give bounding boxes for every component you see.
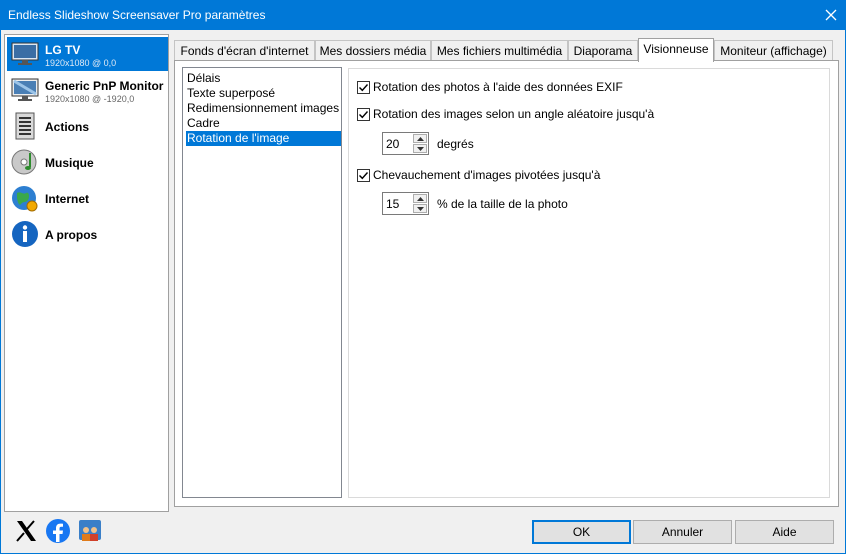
info-icon <box>10 219 40 249</box>
sidebar-item-about[interactable]: A propos <box>7 217 168 251</box>
users-icon[interactable] <box>77 518 103 544</box>
random-rotation-option[interactable]: Rotation des images selon un angle aléat… <box>357 107 654 121</box>
sidebar-item-label: LG TV <box>45 43 81 57</box>
sidebar-item-lg-tv[interactable]: LG TV 1920x1080 @ 0,0 <box>7 37 168 71</box>
title-bar: Endless Slideshow Screensaver Pro paramè… <box>0 0 846 30</box>
monitor-icon <box>10 75 40 105</box>
tab-monitor[interactable]: Moniteur (affichage) <box>714 40 833 61</box>
exif-rotation-label: Rotation des photos à l'aide des données… <box>373 80 623 94</box>
list-item-rotation[interactable]: Rotation de l'image <box>186 131 341 146</box>
actions-icon <box>10 111 40 141</box>
exif-rotation-checkbox[interactable] <box>357 80 370 94</box>
window-title: Endless Slideshow Screensaver Pro paramè… <box>8 8 266 22</box>
cancel-button[interactable]: Annuler <box>633 520 732 544</box>
percent-spinner[interactable]: 15 <box>382 192 429 215</box>
tab-media-folders[interactable]: Mes dossiers média <box>315 40 431 61</box>
overlap-option[interactable]: Chevauchement d'images pivotées jusqu'à <box>357 168 600 182</box>
x-logo-icon[interactable] <box>13 518 39 544</box>
category-list[interactable]: Délais Texte superposé Redimensionnement… <box>182 67 342 498</box>
list-item-frame[interactable]: Cadre <box>186 116 341 131</box>
list-item-delays[interactable]: Délais <box>186 71 341 86</box>
facebook-icon[interactable] <box>45 518 71 544</box>
spin-down-icon[interactable] <box>413 144 427 153</box>
music-icon <box>10 147 40 177</box>
percent-value[interactable]: 15 <box>386 197 399 211</box>
close-icon[interactable] <box>816 0 846 30</box>
list-item-resize[interactable]: Redimensionnement images <box>186 101 341 116</box>
tab-viewer[interactable]: Visionneuse <box>638 38 714 62</box>
spin-up-icon[interactable] <box>413 134 427 143</box>
sidebar-item-label: Actions <box>45 120 90 134</box>
ok-button[interactable]: OK <box>532 520 631 544</box>
random-rotation-label: Rotation des images selon un angle aléat… <box>373 107 655 121</box>
sidebar-item-label: Musique <box>45 156 94 170</box>
tab-media-files[interactable]: Mes fichiers multimédia <box>431 40 568 61</box>
angle-unit-label: degrés <box>437 137 474 151</box>
sidebar-item-internet[interactable]: Internet <box>7 181 168 215</box>
sidebar: LG TV 1920x1080 @ 0,0 Generic PnP Monito… <box>4 34 169 512</box>
angle-spinner[interactable]: 20 <box>382 132 429 155</box>
sidebar-item-music[interactable]: Musique <box>7 145 168 179</box>
angle-value[interactable]: 20 <box>386 137 399 151</box>
internet-icon <box>10 183 40 213</box>
tv-icon <box>10 39 40 69</box>
help-button[interactable]: Aide <box>735 520 834 544</box>
percent-unit-label: % de la taille de la photo <box>437 197 568 211</box>
sidebar-item-label: Internet <box>45 192 90 206</box>
list-item-overlay-text[interactable]: Texte superposé <box>186 86 341 101</box>
random-rotation-checkbox[interactable] <box>357 107 370 121</box>
sidebar-item-label: A propos <box>45 228 98 242</box>
tab-slideshow[interactable]: Diaporama <box>568 40 638 61</box>
sidebar-item-actions[interactable]: Actions <box>7 109 168 143</box>
overlap-checkbox[interactable] <box>357 168 370 182</box>
sidebar-item-generic-monitor[interactable]: Generic PnP Monitor 1920x1080 @ -1920,0 <box>7 73 168 107</box>
spin-down-icon[interactable] <box>413 204 427 213</box>
exif-rotation-option[interactable]: Rotation des photos à l'aide des données… <box>357 80 623 94</box>
sidebar-item-resolution: 1920x1080 @ 0,0 <box>45 58 117 68</box>
tab-internet-wallpapers[interactable]: Fonds d'écran d'internet <box>174 40 315 61</box>
sidebar-item-label: Generic PnP Monitor <box>45 79 164 93</box>
sidebar-item-resolution: 1920x1080 @ -1920,0 <box>45 94 135 104</box>
overlap-label: Chevauchement d'images pivotées jusqu'à <box>373 168 601 182</box>
spin-up-icon[interactable] <box>413 194 427 203</box>
